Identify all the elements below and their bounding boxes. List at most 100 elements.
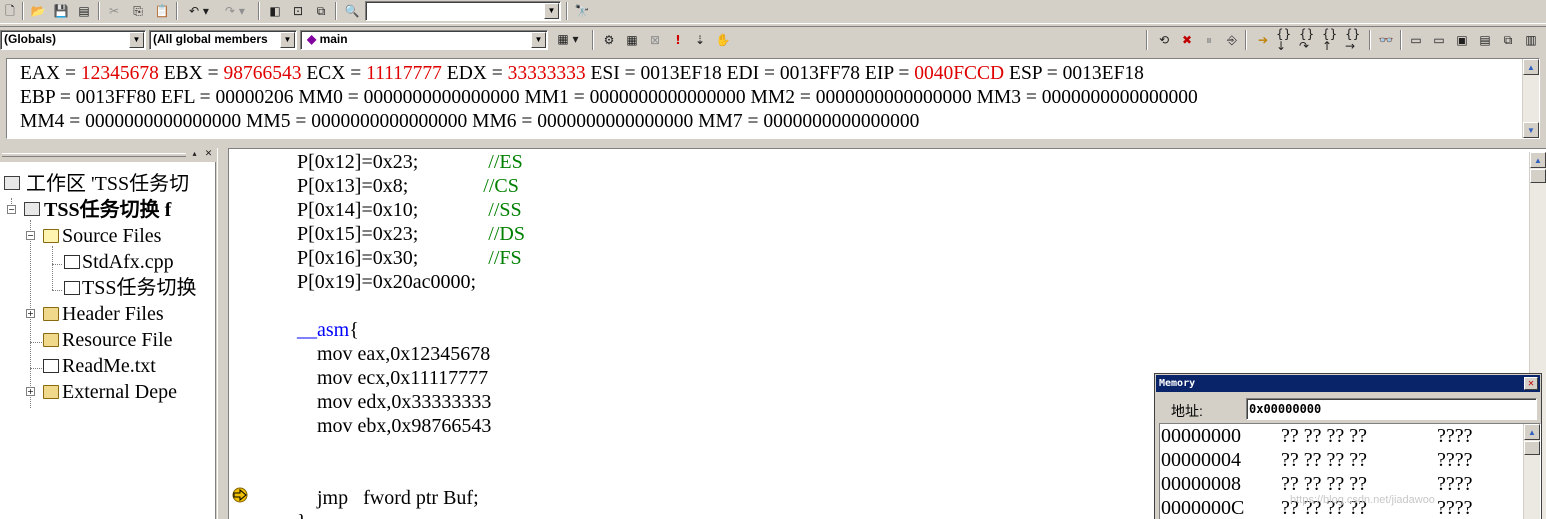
- output-window-icon[interactable]: ⊡: [288, 2, 308, 20]
- tree-item-external-dependencies[interactable]: External Depe: [62, 380, 177, 404]
- class-scope-combo[interactable]: (Globals) ▼: [0, 30, 146, 50]
- execute-icon[interactable]: !: [668, 31, 688, 49]
- memory-row[interactable]: 0000000C?? ?? ?? ??????: [1161, 496, 1473, 519]
- code-line: __asm{: [297, 318, 525, 342]
- break-execution-icon[interactable]: ⏸: [1199, 31, 1219, 49]
- go-icon[interactable]: ⇣: [690, 31, 710, 49]
- scroll-down-icon[interactable]: ▼: [1523, 122, 1539, 138]
- memory-row[interactable]: 00000000 ?? ?? ?? ??????: [1161, 424, 1473, 448]
- toolbar-separator: [176, 2, 178, 20]
- scroll-up-icon[interactable]: ▲: [1530, 152, 1546, 168]
- cut-icon[interactable]: ✂: [104, 2, 124, 20]
- tree-item-source-files[interactable]: Source Files: [62, 224, 161, 248]
- scroll-up-icon[interactable]: ▲: [1523, 59, 1539, 75]
- collapse-icon[interactable]: −: [7, 205, 16, 214]
- registers-window[interactable]: EAX = 12345678 EBX = 98766543 ECX = 1111…: [6, 58, 1540, 139]
- code-line: mov eax,0x12345678: [297, 342, 525, 366]
- toolbar-separator: [258, 2, 260, 20]
- expand-icon[interactable]: +: [26, 309, 35, 318]
- window-list-icon[interactable]: ⧉: [311, 2, 331, 20]
- apply-code-changes-icon[interactable]: ⎆: [1222, 31, 1242, 49]
- workspace-window-icon[interactable]: ◧: [265, 2, 285, 20]
- chevron-down-icon[interactable]: ▼: [280, 32, 295, 48]
- registers-scrollbar[interactable]: ▲ ▼: [1522, 59, 1539, 138]
- tree-item-workspace[interactable]: 工作区 'TSS任务切: [26, 172, 189, 196]
- register-line: MM4 = 0000000000000000 MM5 = 00000000000…: [20, 110, 1198, 134]
- members-value: (All global members: [153, 32, 268, 46]
- close-icon[interactable]: ✕: [1524, 377, 1538, 390]
- quickwatch-icon[interactable]: 👓: [1376, 31, 1396, 49]
- memory-row[interactable]: 00000008 ?? ?? ?? ??????: [1161, 472, 1473, 496]
- scroll-thumb[interactable]: [1530, 169, 1546, 183]
- wizard-action-icon[interactable]: ▦ ▾: [551, 30, 585, 48]
- registers-window-icon[interactable]: ▣: [1452, 31, 1472, 49]
- memory-window-icon[interactable]: ▤: [1475, 31, 1495, 49]
- compile-icon[interactable]: ⚙: [599, 31, 619, 49]
- chevron-down-icon[interactable]: ▼: [531, 32, 546, 48]
- step-over-icon[interactable]: {}↷: [1299, 28, 1319, 52]
- register-text: EAX =: [20, 63, 81, 84]
- find-combo[interactable]: ▼: [365, 1, 561, 21]
- collapse-icon[interactable]: −: [26, 231, 35, 240]
- variables-window-icon[interactable]: ▭: [1429, 31, 1449, 49]
- scroll-thumb[interactable]: [1524, 441, 1540, 455]
- memory-scrollbar[interactable]: ▲: [1523, 424, 1540, 519]
- workspace-tree[interactable]: 工作区 'TSS任务切 − TSS任务切换 f − Source Files S…: [0, 162, 216, 519]
- workspace-icon: [4, 176, 20, 190]
- stop-debugging-icon[interactable]: ✖: [1177, 31, 1197, 49]
- run-to-cursor-icon[interactable]: {}→: [1345, 28, 1365, 52]
- step-out-icon[interactable]: {}↑: [1322, 28, 1342, 52]
- copy-icon[interactable]: ⎘: [128, 2, 148, 20]
- code-token: jmp fword ptr Buf;: [297, 487, 479, 509]
- redo-icon[interactable]: ↷ ▾: [219, 2, 251, 20]
- show-next-statement-icon[interactable]: ➔: [1253, 31, 1273, 49]
- tree-item-header-files[interactable]: Header Files: [62, 302, 164, 326]
- stop-build-icon[interactable]: ⊠: [645, 31, 665, 49]
- tree-item-stdafx[interactable]: StdAfx.cpp: [82, 250, 174, 274]
- expand-icon[interactable]: +: [26, 387, 35, 396]
- paste-icon[interactable]: 📋: [152, 2, 172, 20]
- tree-line: [30, 368, 42, 369]
- chevron-down-icon[interactable]: ▼: [544, 3, 559, 19]
- scroll-up-icon[interactable]: ▲: [1524, 424, 1540, 440]
- memory-row[interactable]: 00000004 ?? ?? ?? ??????: [1161, 448, 1473, 472]
- find-binoculars-icon[interactable]: 🔭: [572, 2, 592, 20]
- registers-text: EAX = 12345678 EBX = 98766543 ECX = 1111…: [20, 62, 1198, 134]
- folder-icon: [43, 385, 59, 399]
- code-comment: //DS: [488, 223, 525, 245]
- chevron-down-icon[interactable]: ▼: [129, 32, 144, 48]
- memory-titlebar[interactable]: Memory ✕: [1156, 375, 1540, 392]
- dock-grip[interactable]: [2, 153, 186, 157]
- tree-line: [52, 290, 62, 291]
- build-icon[interactable]: ▦: [622, 31, 642, 49]
- function-combo[interactable]: ◆ main ▼: [300, 30, 548, 50]
- address-input[interactable]: 0x00000000: [1246, 398, 1537, 420]
- new-file-icon[interactable]: 🗋: [0, 2, 20, 20]
- breakpoint-hand-icon[interactable]: ✋: [713, 31, 733, 49]
- code-line: }: [297, 510, 525, 519]
- code-token: mov eax,0x12345678: [297, 343, 491, 365]
- disassembly-icon[interactable]: ▥: [1521, 31, 1541, 49]
- save-all-icon[interactable]: ▤: [74, 2, 94, 20]
- members-combo[interactable]: (All global members ▼: [149, 30, 297, 50]
- close-pane-icon[interactable]: ✕: [202, 148, 215, 160]
- watch-window-icon[interactable]: ▭: [1406, 31, 1426, 49]
- tree-item-project[interactable]: TSS任务切换 f: [44, 198, 171, 222]
- tree-item-resource-files[interactable]: Resource File: [62, 328, 173, 352]
- pane-splitter[interactable]: [217, 148, 229, 519]
- save-icon[interactable]: 💾: [51, 2, 71, 20]
- undo-icon[interactable]: ↶ ▾: [183, 2, 215, 20]
- workspace-titlebar: ▴ ✕: [0, 148, 218, 162]
- memory-address: 00000000: [1161, 425, 1241, 447]
- open-folder-icon[interactable]: 📂: [28, 2, 48, 20]
- tree-item-readme[interactable]: ReadMe.txt: [62, 354, 156, 378]
- find-in-files-icon[interactable]: 🔍: [342, 2, 362, 20]
- restart-icon[interactable]: ⟲: [1154, 31, 1174, 49]
- memory-title: Memory: [1159, 378, 1196, 389]
- maximize-pane-icon[interactable]: ▴: [188, 148, 201, 160]
- step-into-icon[interactable]: {}↓: [1276, 28, 1296, 52]
- tree-item-main-cpp[interactable]: TSS任务切换: [82, 276, 196, 300]
- toolbar-separator: [1400, 30, 1402, 50]
- call-stack-icon[interactable]: ⧉: [1498, 31, 1518, 49]
- register-text: MM4 = 0000000000000000 MM5 = 00000000000…: [20, 111, 920, 132]
